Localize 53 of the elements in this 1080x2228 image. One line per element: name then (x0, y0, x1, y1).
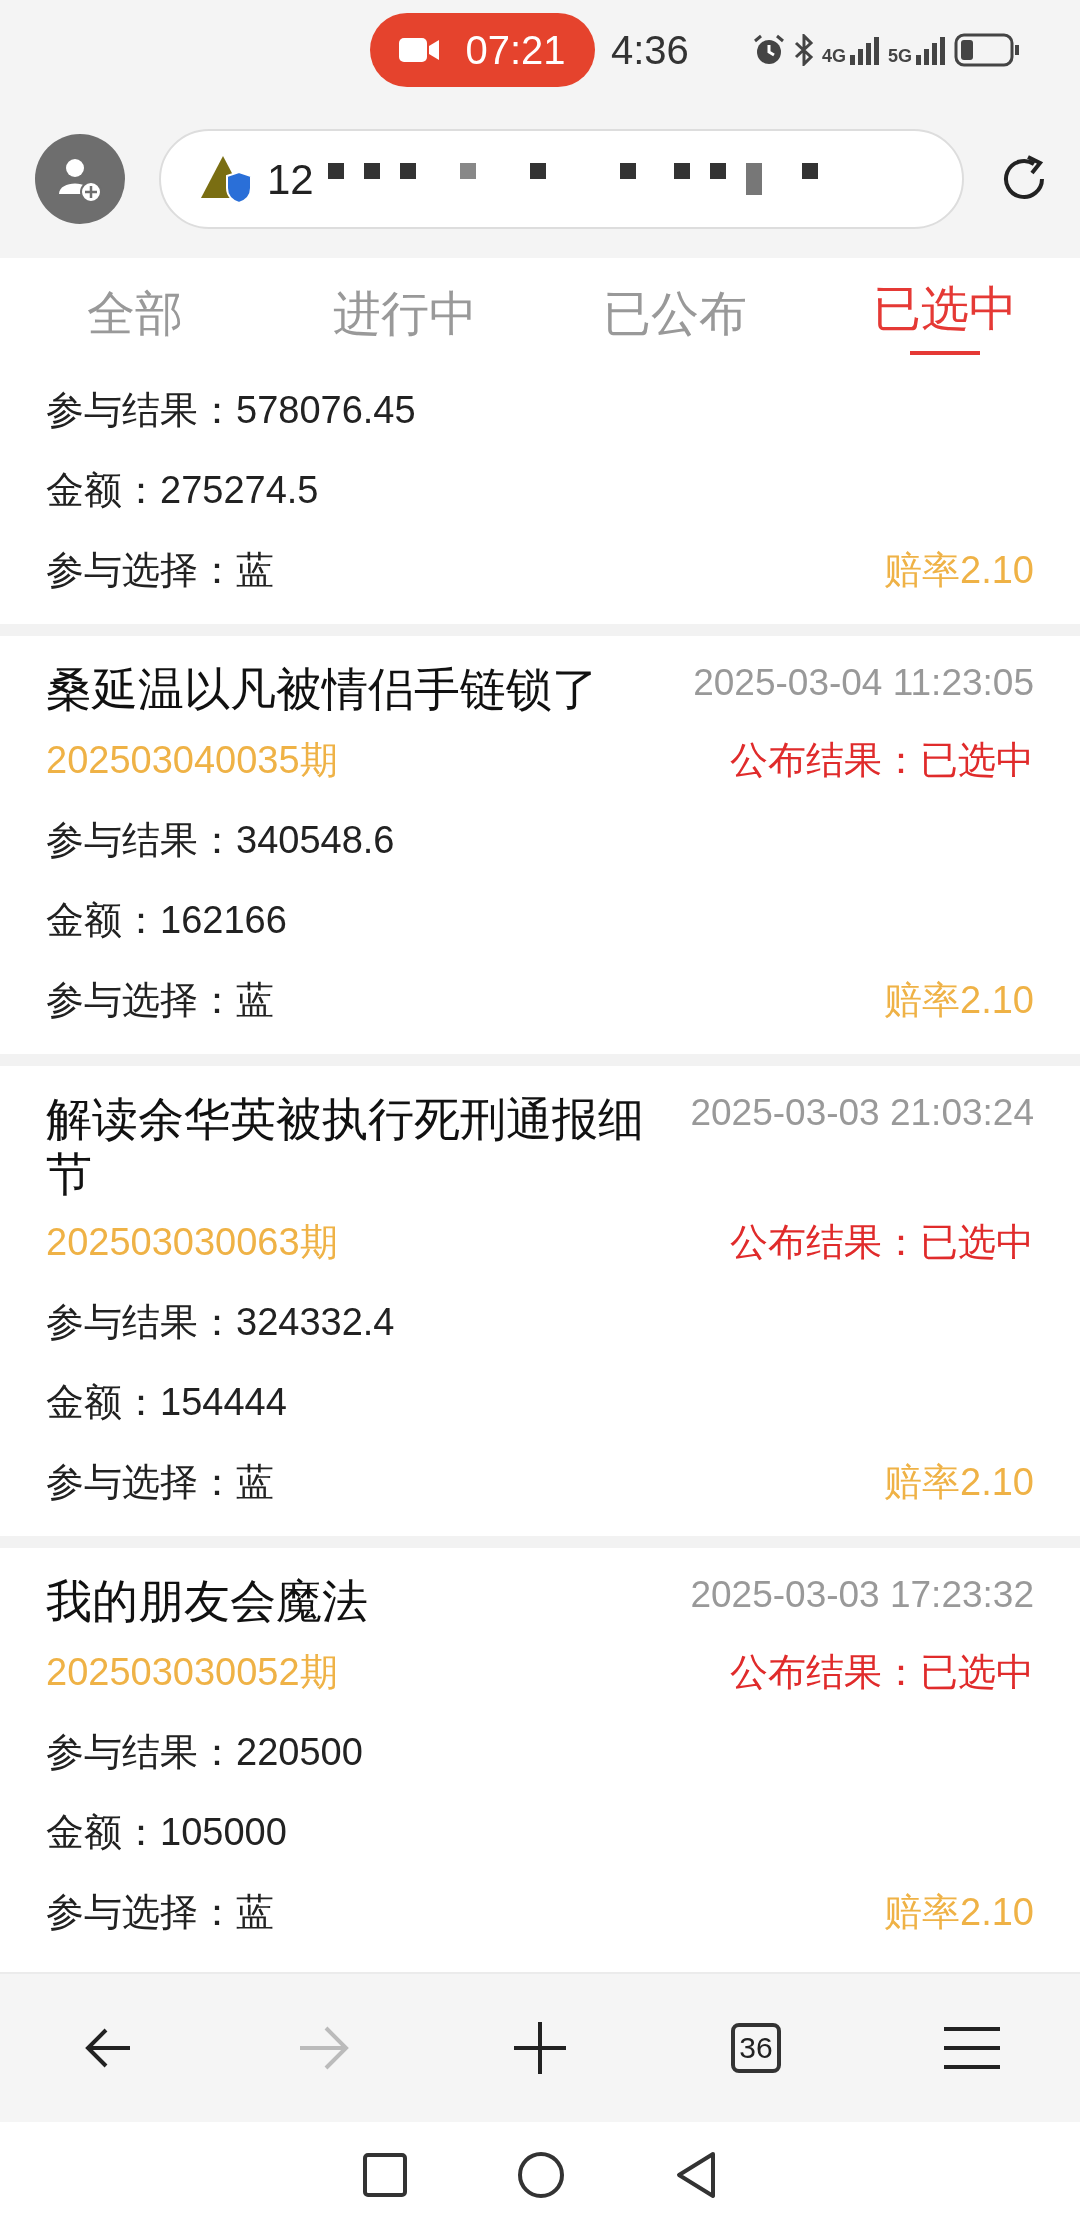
square-icon[interactable] (363, 2153, 407, 2197)
plus-icon[interactable] (514, 2022, 566, 2074)
tab-count-button[interactable]: 36 (731, 2023, 781, 2073)
record-title: 解读余华英被执行死刑通报细节 (46, 1092, 645, 1203)
alarm-icon (751, 33, 786, 67)
tab[interactable]: 进行中 (270, 258, 540, 370)
published-result: 公布结果：已选中 (730, 1219, 1034, 1265)
period-number: 202503040035期 (46, 737, 338, 783)
choice-text: 参与选择：蓝 (46, 1889, 274, 1935)
record-title: 我的朋友会魔法 (46, 1574, 369, 1630)
published-result: 公布结果：已选中 (730, 1649, 1034, 1695)
warning-shield-icon (201, 154, 253, 204)
period-number: 202503030052期 (46, 1649, 338, 1695)
video-camera-icon (399, 37, 440, 63)
published-result: 公布结果：已选中 (730, 737, 1034, 783)
record-time: 2025-03-03 17:23:32 (690, 1574, 1034, 1617)
network-label: 4G (821, 47, 846, 65)
odds-text: 赔率2.10 (884, 547, 1034, 593)
battery-icon (954, 33, 1020, 67)
odds-text: 赔率2.10 (884, 1459, 1034, 1505)
period-number: 202503030063期 (46, 1219, 338, 1265)
record-time: 2025-03-04 11:23:05 (693, 662, 1034, 705)
tab-underline (910, 351, 980, 355)
odds-text: 赔率2.10 (884, 1889, 1034, 1935)
back-icon[interactable] (84, 2026, 132, 2070)
address-field[interactable]: 12 (159, 129, 964, 229)
participation-result: 参与结果：220500 (46, 1729, 363, 1775)
back-triangle-icon[interactable] (675, 2151, 717, 2199)
tab[interactable]: 已公布 (540, 258, 810, 370)
signal-icon (916, 35, 946, 65)
choice-text: 参与选择：蓝 (46, 977, 274, 1023)
amount-text: 金额：105000 (46, 1809, 287, 1855)
choice-text: 参与选择：蓝 (46, 1459, 274, 1505)
record-time: 2025-03-03 21:03:24 (690, 1092, 1034, 1135)
tab[interactable]: 全部 (0, 258, 270, 370)
amount-text: 金额：162166 (46, 897, 287, 943)
recording-time: 07:21 (465, 27, 566, 74)
amount-text: 金额：275274.5 (46, 467, 319, 513)
odds-text: 赔率2.10 (884, 977, 1034, 1023)
participation-result: 参与结果：340548.6 (46, 817, 395, 863)
participation-result: 参与结果：578076.45 (46, 387, 416, 433)
choice-text: 参与选择：蓝 (46, 547, 274, 593)
menu-icon[interactable] (944, 2026, 1000, 2070)
bluetooth-icon (793, 34, 814, 66)
signal-icon (850, 35, 880, 65)
home-circle-icon[interactable] (517, 2151, 565, 2199)
url-text: 12 (267, 154, 314, 205)
network-label: 5G (888, 47, 912, 65)
tab[interactable]: 已选中 (810, 258, 1080, 370)
amount-text: 金额：154444 (46, 1379, 287, 1425)
participation-result: 参与结果：324332.4 (46, 1299, 395, 1345)
clock: 4:36 (611, 27, 689, 74)
record-title: 桑延温以凡被情侣手链锁了 (46, 662, 599, 717)
